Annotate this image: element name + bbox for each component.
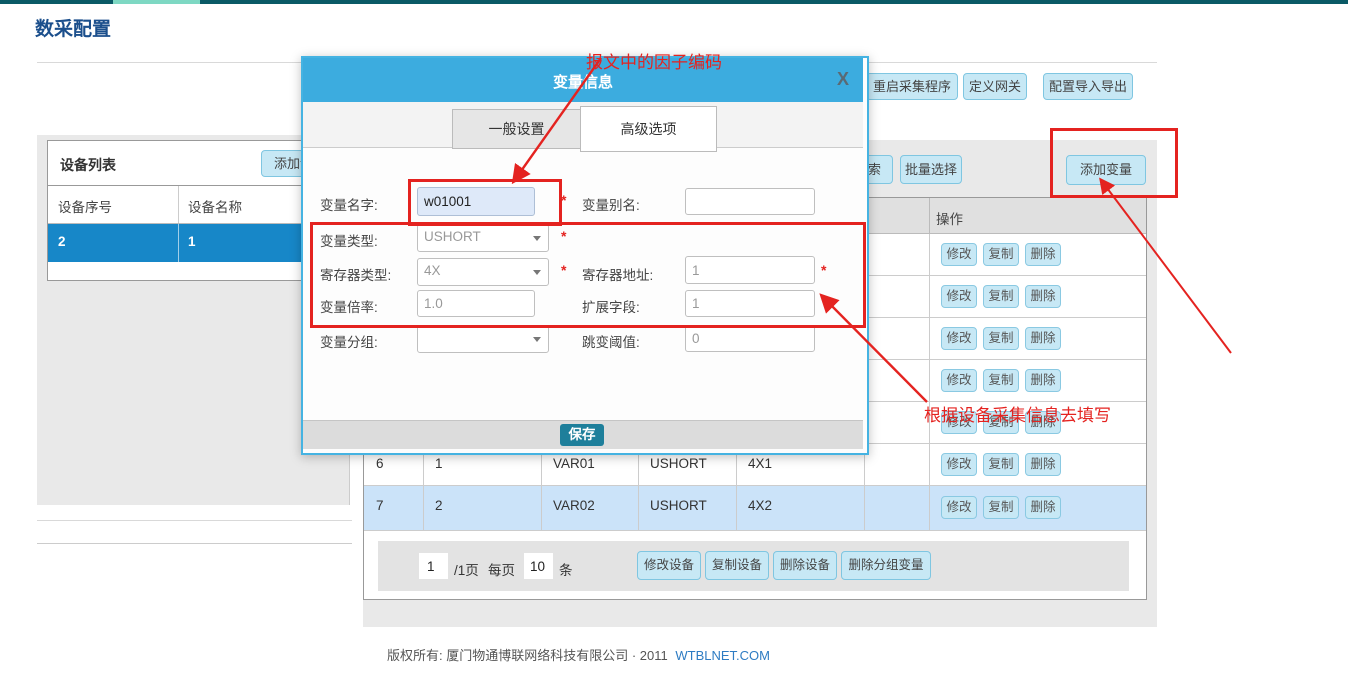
var-alias-input[interactable] [685,188,815,215]
cell: 7 [376,498,384,513]
close-icon[interactable]: X [837,69,849,90]
jump-threshold-label: 跳变阈值: [582,331,640,351]
tab-advanced-options[interactable]: 高级选项 [580,106,717,152]
var-name-label: 变量名字: [320,194,378,214]
op-column-header: 操作 [936,208,963,228]
save-button[interactable]: 保存 [560,424,604,446]
delete-device-button[interactable]: 删除设备 [773,551,837,580]
page-title: 数采配置 [35,14,111,41]
batch-select-button[interactable]: 批量选择 [900,155,962,184]
copy-button[interactable]: 复制 [983,453,1019,476]
copy-button[interactable]: 复制 [983,243,1019,266]
device-col-serial: 设备序号 [58,196,112,216]
unit-label: 条 [559,559,573,579]
delete-button[interactable]: 删除 [1025,496,1061,519]
modal-footer: 保存 [303,420,863,449]
topbar-progress-segment [113,0,200,4]
reg-addr-input[interactable] [685,256,815,284]
footer: 版权所有: 厦门物通博联网络科技有限公司 · 2011 WTBLNET.COM [387,645,770,664]
var-group-label: 变量分组: [320,331,378,351]
cell: 4X2 [748,498,772,513]
required-mark: * [561,262,566,278]
var-type-select[interactable]: USHORT [417,224,549,252]
annotation-bottom-note: 根据设备采集信息去填写 [924,401,1111,426]
copy-button[interactable]: 复制 [983,369,1019,392]
copy-button[interactable]: 复制 [983,496,1019,519]
delete-button[interactable]: 删除 [1025,327,1061,350]
device-cell-serial: 2 [58,234,66,249]
page: 数采配置 重启采集程序 定义网关 配置导入导出 设备列表 添加设备 设备序号 设… [0,0,1348,677]
copy-button[interactable]: 复制 [983,285,1019,308]
device-row-divider [178,224,179,262]
reg-addr-label: 寄存器地址: [582,264,653,284]
var-rate-label: 变量倍率: [320,296,378,316]
pagination-bar: /1页 每页 条 修改设备 复制设备 删除设备 删除分组变量 [378,541,1129,591]
variable-info-modal: 变量信息 X 一般设置 高级选项 变量名字: * 变量别名: 变量类型: USH… [301,56,869,455]
page-number-input[interactable] [419,553,448,579]
required-mark: * [561,192,566,208]
per-page-label: 每页 [488,559,515,579]
add-variable-button[interactable]: 添加变量 [1066,155,1146,185]
chevron-down-icon [533,270,541,275]
footer-link[interactable]: WTBLNET.COM [675,648,770,663]
edit-device-button[interactable]: 修改设备 [637,551,701,580]
var-type-label: 变量类型: [320,230,378,250]
var-name-input[interactable] [417,187,535,216]
reg-type-select[interactable]: 4X [417,258,549,286]
reg-type-value: 4X [424,263,441,278]
delete-button[interactable]: 删除 [1025,453,1061,476]
delete-button[interactable]: 删除 [1025,243,1061,266]
cell: 6 [376,456,384,471]
modal-header[interactable]: 变量信息 X [303,58,863,102]
per-page-input[interactable] [524,553,553,579]
device-list-title: 设备列表 [60,155,116,175]
edit-button[interactable]: 修改 [941,496,977,519]
required-mark: * [821,262,826,278]
ext-field-label: 扩展字段: [582,296,640,316]
edit-button[interactable]: 修改 [941,369,977,392]
delete-button[interactable]: 删除 [1025,285,1061,308]
device-cell-name: 1 [188,234,196,249]
var-type-value: USHORT [424,229,481,244]
config-import-export-button[interactable]: 配置导入导出 [1043,73,1133,100]
var-rate-input[interactable] [417,290,535,317]
page-count-label: /1页 [454,559,479,579]
copy-device-button[interactable]: 复制设备 [705,551,769,580]
ext-field-input[interactable] [685,290,815,317]
device-col-name: 设备名称 [188,196,242,216]
cell: 1 [435,456,443,471]
cell: VAR02 [553,498,595,513]
device-col-divider [178,186,179,223]
reg-type-label: 寄存器类型: [320,264,391,284]
modal-title: 变量信息 [303,71,863,92]
left-separator-2 [37,543,352,544]
tab-general-settings[interactable]: 一般设置 [452,109,581,149]
chevron-down-icon [533,236,541,241]
required-mark: * [561,228,566,244]
delete-button[interactable]: 删除 [1025,369,1061,392]
left-separator-1 [37,520,352,521]
copyright-text: 版权所有: 厦门物通博联网络科技有限公司 · 2011 [387,648,668,663]
edit-button[interactable]: 修改 [941,327,977,350]
cell: USHORT [650,498,707,513]
edit-button[interactable]: 修改 [941,285,977,308]
restart-collector-button[interactable]: 重启采集程序 [866,73,958,100]
cell: 2 [435,498,443,513]
delete-group-variable-button[interactable]: 删除分组变量 [841,551,931,580]
chevron-down-icon [533,337,541,342]
annotation-top-note: 报文中的因子编码 [586,48,722,73]
cell: 4X1 [748,456,772,471]
jump-threshold-input[interactable] [685,325,815,352]
var-group-select[interactable] [417,325,549,353]
edit-button[interactable]: 修改 [941,453,977,476]
header-divider [929,198,930,233]
edit-button[interactable]: 修改 [941,243,977,266]
define-gateway-button[interactable]: 定义网关 [963,73,1027,100]
copy-button[interactable]: 复制 [983,327,1019,350]
cell: VAR01 [553,456,595,471]
var-alias-label: 变量别名: [582,194,640,214]
topbar [0,0,1348,4]
table-row-selected[interactable]: 7 2 VAR02 USHORT 4X2 修改 复制 删除 [364,486,1146,531]
cell: USHORT [650,456,707,471]
